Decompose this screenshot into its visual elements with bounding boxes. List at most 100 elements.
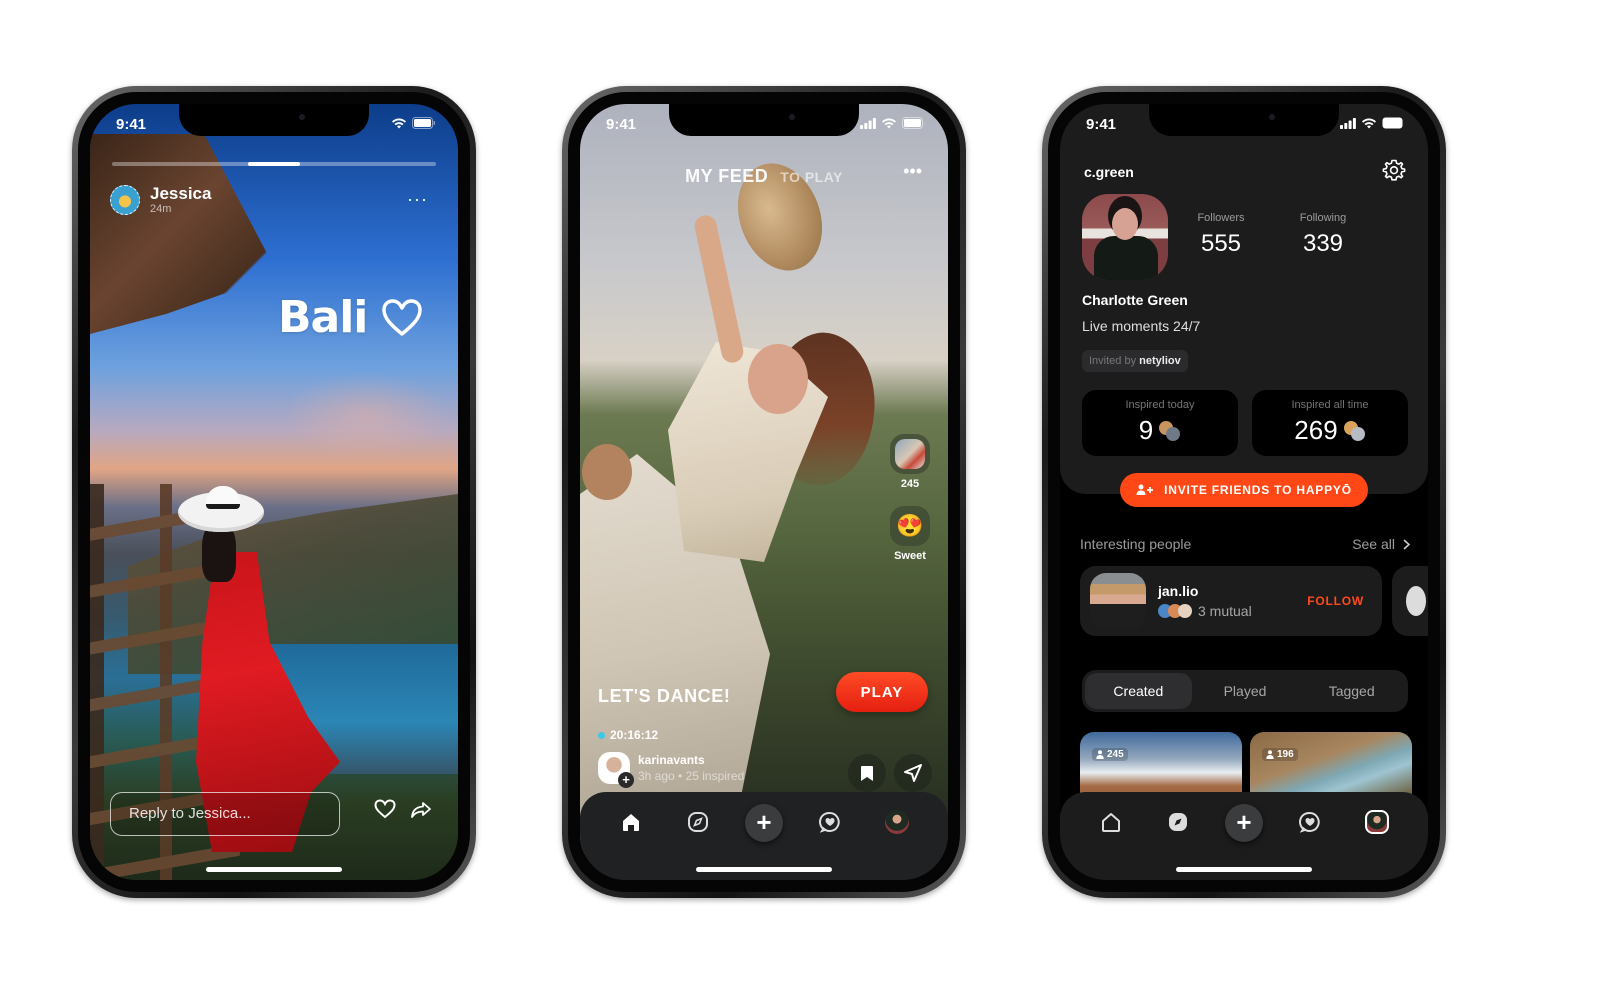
feed-screen: 9:41 MY FEED TO PLAY ••• 245 😍 Sweet LET… (580, 104, 948, 880)
avatar[interactable] (110, 184, 140, 215)
create-plus-icon[interactable]: + (1224, 803, 1263, 842)
share-icon[interactable] (410, 801, 432, 824)
mini-avatar (1166, 426, 1181, 441)
tab-my-feed[interactable]: MY FEED (685, 166, 768, 187)
inspired-all-label: Inspired all time (1291, 399, 1369, 411)
phone-story: 9:41 Jessica 24m ··· Bali Reply to Jessi… (72, 86, 476, 898)
followers-stat[interactable]: Followers 555 (1176, 212, 1266, 258)
notch (669, 104, 859, 136)
person-card-next[interactable] (1392, 566, 1428, 636)
inspired-today-count: 9 (1138, 415, 1154, 445)
tab-explore[interactable] (1158, 802, 1198, 842)
author-meta: 3h ago • 25 inspired (638, 769, 745, 783)
wifi-icon (882, 118, 896, 129)
home-indicator (696, 867, 832, 872)
activity-heart-icon (819, 811, 841, 833)
tab-profile[interactable] (1357, 802, 1397, 842)
mini-avatar (1178, 604, 1192, 618)
tab-to-play[interactable]: TO PLAY (780, 169, 843, 185)
follow-button[interactable]: FOLLOW (1307, 594, 1364, 608)
profile-avatar[interactable] (1364, 810, 1389, 834)
photo-man-head (582, 444, 632, 500)
timer-value: 20:16:12 (610, 728, 659, 742)
story-author[interactable]: Jessica 24m (110, 184, 211, 215)
inspired-all-count: 269 (1294, 415, 1338, 445)
inspired-thumbnail[interactable] (890, 434, 930, 474)
inspired-avatars (1159, 420, 1181, 442)
tab-played[interactable]: Played (1192, 673, 1299, 709)
story-caption: Bali (278, 292, 423, 343)
person-card[interactable]: jan.lio 3 mutual FOLLOW (1080, 566, 1382, 636)
settings-button[interactable] (1382, 158, 1406, 187)
home-indicator (206, 867, 342, 872)
profile-photo[interactable] (1082, 194, 1168, 280)
person-mutual: 3 mutual (1158, 603, 1307, 619)
inspired-count: 245 (900, 478, 920, 490)
post-author[interactable]: + karinavants 3h ago • 25 inspired (598, 752, 745, 788)
send-button[interactable] (894, 754, 932, 792)
tab-explore[interactable] (678, 802, 718, 842)
thumbnail-image (895, 439, 925, 469)
tab-created[interactable]: Created (1085, 673, 1192, 709)
tab-activity[interactable] (1290, 802, 1330, 842)
photo-body (1094, 236, 1158, 280)
battery-icon (412, 117, 435, 129)
more-icon[interactable]: ••• (903, 162, 922, 180)
bookmark-button[interactable] (848, 754, 886, 792)
phone-profile: 9:41 c.green Followers 555 Following 339 (1042, 86, 1446, 898)
author-name[interactable]: karinavants (638, 753, 744, 767)
invited-by-user[interactable]: netyliov (1139, 355, 1181, 367)
person-name: jan.lio (1158, 583, 1199, 599)
create-plus-icon[interactable]: + (744, 803, 783, 842)
invite-friends-button[interactable]: INVITE FRIENDS TO HAPPYŌ (1120, 473, 1368, 507)
post-count-badge: 245 (1092, 748, 1128, 761)
tab-create[interactable]: + (744, 802, 784, 842)
battery-icon (902, 117, 923, 129)
profile-avatar[interactable] (884, 810, 909, 834)
tab-tagged[interactable]: Tagged (1298, 673, 1405, 709)
person-icon (1096, 750, 1104, 759)
photo-head (1112, 208, 1138, 240)
story-user-name: Jessica (150, 184, 212, 203)
tab-activity[interactable] (810, 802, 850, 842)
profile-bio: Live moments 24/7 (1082, 318, 1201, 334)
tab-profile[interactable] (877, 802, 917, 842)
home-icon (623, 814, 640, 831)
tab-create[interactable]: + (1224, 802, 1264, 842)
tab-home[interactable] (1091, 802, 1131, 842)
story-time: 24m (150, 203, 172, 215)
home-indicator (1176, 867, 1312, 872)
status-time: 9:41 (116, 116, 147, 133)
signal-icon (860, 117, 876, 129)
post-timer: 20:16:12 (598, 728, 658, 742)
activity-heart-icon (1299, 811, 1321, 833)
follow-plus-icon[interactable]: + (618, 772, 634, 788)
following-stat[interactable]: Following 339 (1278, 212, 1368, 258)
photo-hat (178, 486, 264, 532)
status-icons (860, 117, 926, 129)
profile-screen: 9:41 c.green Followers 555 Following 339 (1060, 104, 1428, 880)
caption-text: Bali (278, 292, 368, 343)
mutual-count: 3 mutual (1198, 603, 1252, 619)
side-action-inspired[interactable]: 245 (890, 434, 930, 490)
send-icon (904, 764, 922, 782)
reply-input[interactable]: Reply to Jessica... (110, 792, 340, 836)
invited-by-badge[interactable]: Invited by netyliov (1082, 350, 1188, 372)
heart-icon[interactable] (374, 799, 396, 824)
more-icon[interactable]: ··· (407, 190, 428, 208)
status-time: 9:41 (606, 116, 637, 133)
story-screen: 9:41 Jessica 24m ··· Bali Reply to Jessi… (90, 104, 458, 880)
wifi-icon (1362, 118, 1376, 129)
play-button[interactable]: PLAY (836, 672, 928, 712)
invite-friends-label: INVITE FRIENDS TO HAPPYŌ (1164, 483, 1352, 497)
side-action-reaction[interactable]: 😍 Sweet (890, 506, 930, 562)
profile-full-name: Charlotte Green (1082, 292, 1188, 308)
following-label: Following (1299, 212, 1347, 224)
avatar[interactable]: + (598, 752, 634, 788)
tab-home[interactable] (611, 802, 651, 842)
see-all-link[interactable]: See all (1352, 536, 1410, 552)
inspired-today-label: Inspired today (1125, 399, 1195, 411)
heart-eyes-emoji-icon[interactable]: 😍 (890, 506, 930, 546)
avatar[interactable] (1090, 573, 1146, 629)
inspired-all-time-card: Inspired all time 269 (1252, 390, 1408, 456)
